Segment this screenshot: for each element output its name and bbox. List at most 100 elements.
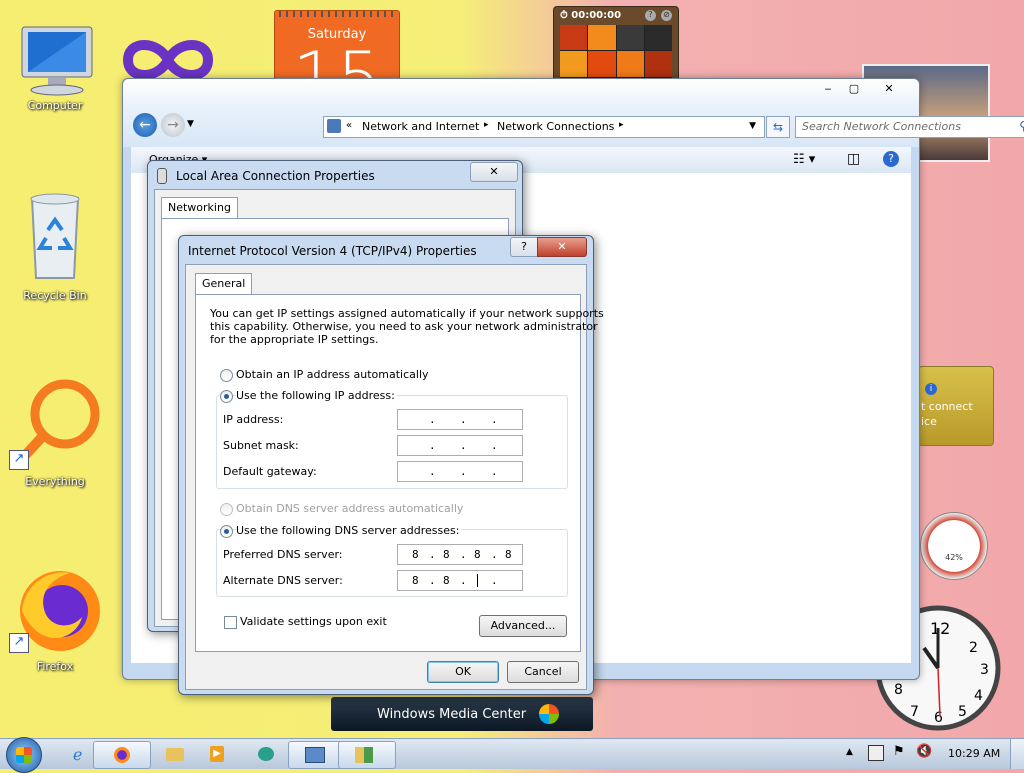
tab-general[interactable]: General bbox=[195, 273, 253, 294]
search-placeholder: Search Network Connections bbox=[802, 120, 961, 133]
text-cursor bbox=[477, 574, 478, 587]
taskbar-control-panel-button[interactable] bbox=[338, 741, 396, 769]
desktop-icon-everything[interactable]: Everything bbox=[5, 378, 105, 488]
control-panel-icon bbox=[355, 747, 373, 763]
use-following-dns-label[interactable]: Use the following DNS server addresses: bbox=[236, 524, 462, 537]
desktop-icon-computer[interactable]: Computer bbox=[5, 22, 105, 112]
puzzle-help-icon[interactable]: ? bbox=[645, 10, 656, 21]
network-adapter-icon bbox=[157, 168, 167, 184]
validate-settings-label[interactable]: Validate settings upon exit bbox=[240, 615, 387, 628]
desktop-icon-recycle-bin[interactable]: Recycle Bin bbox=[5, 190, 105, 302]
svg-text:4: 4 bbox=[974, 688, 983, 704]
green-app-icon bbox=[258, 747, 274, 761]
cancel-button[interactable]: Cancel bbox=[507, 661, 579, 683]
obtain-ip-auto-radio[interactable] bbox=[220, 369, 233, 382]
history-dropdown-icon[interactable]: ▼ bbox=[187, 119, 194, 129]
validate-settings-checkbox[interactable] bbox=[224, 616, 237, 629]
tab-networking[interactable]: Networking bbox=[161, 197, 238, 218]
network-tray-icon[interactable] bbox=[868, 745, 884, 761]
ipv4-help-button[interactable]: ? bbox=[510, 237, 538, 257]
svg-text:6: 6 bbox=[934, 710, 943, 726]
default-gateway-field[interactable]: ... bbox=[397, 461, 523, 482]
back-button[interactable]: ← bbox=[133, 113, 157, 137]
alternate-dns-field[interactable]: 8. 8. . bbox=[397, 570, 523, 591]
address-dropdown-icon[interactable]: ▼ bbox=[749, 121, 756, 131]
firefox-icon bbox=[114, 747, 130, 763]
show-hidden-icons-button[interactable]: ▲ bbox=[846, 747, 853, 757]
network-connections-icon bbox=[305, 747, 325, 763]
taskbar-firefox-button[interactable] bbox=[93, 741, 151, 769]
computer-icon bbox=[21, 26, 93, 96]
close-button[interactable]: ✕ bbox=[867, 81, 911, 97]
breadcrumb-separator-icon[interactable]: ▸ bbox=[484, 120, 489, 130]
puzzle-close-icon[interactable]: ⊘ bbox=[661, 10, 672, 21]
preferred-dns-octet-1: 8 bbox=[412, 548, 419, 561]
volume-muted-icon[interactable]: 🔇 bbox=[916, 744, 932, 759]
change-view-icon[interactable]: ☷ ▾ bbox=[793, 152, 815, 167]
advanced-button[interactable]: Advanced... bbox=[479, 615, 567, 637]
obtain-dns-auto-radio[interactable] bbox=[220, 503, 233, 516]
minimize-button[interactable]: ‒ bbox=[815, 81, 841, 97]
media-player-icon: ▶ bbox=[210, 746, 224, 762]
puzzle-timer: ⏱ 00:00:00 bbox=[560, 10, 622, 21]
cpu-meter-gadget[interactable]: 42% bbox=[920, 512, 988, 580]
obtain-dns-auto-label[interactable]: Obtain DNS server address automatically bbox=[236, 502, 463, 515]
ipv4-properties-dialog: Internet Protocol Version 4 (TCP/IPv4) P… bbox=[178, 235, 604, 695]
svg-text:7: 7 bbox=[910, 704, 919, 720]
folder-icon bbox=[166, 748, 184, 761]
taskbar-clock[interactable]: 10:29 AM bbox=[948, 747, 1000, 760]
ipv4-dialog-face: General You can get IP settings assigned… bbox=[185, 264, 604, 690]
preview-pane-icon[interactable]: ◫ bbox=[847, 151, 860, 167]
desktop-icon-firefox[interactable]: Firefox bbox=[5, 565, 105, 673]
desktop-icon-label: Everything bbox=[25, 475, 85, 488]
subnet-mask-label: Subnet mask: bbox=[223, 439, 299, 452]
use-following-dns-radio[interactable] bbox=[220, 525, 233, 538]
network-gadget-line2: ice bbox=[921, 415, 937, 428]
network-gadget-line1: t connect bbox=[921, 400, 973, 413]
desktop-icon-label: Firefox bbox=[36, 660, 74, 673]
search-input[interactable]: Search Network Connections ⚲ bbox=[795, 116, 1024, 138]
ipv4-dialog-title: Internet Protocol Version 4 (TCP/IPv4) P… bbox=[188, 244, 477, 258]
default-gateway-label: Default gateway: bbox=[223, 465, 317, 478]
search-icon: ⚲ bbox=[1019, 119, 1024, 133]
refresh-button[interactable]: ⇆ bbox=[766, 116, 790, 138]
lac-close-button[interactable]: ✕ bbox=[470, 162, 518, 182]
lac-dialog-title: Local Area Connection Properties bbox=[176, 169, 375, 183]
network-gadget[interactable]: i t connect ice bbox=[918, 366, 994, 446]
ip-address-field[interactable]: ... bbox=[397, 409, 523, 430]
shortcut-arrow-icon: ↗ bbox=[9, 450, 29, 470]
ip-address-label: IP address: bbox=[223, 413, 284, 426]
maximize-button[interactable]: ▢ bbox=[841, 81, 867, 97]
windows-logo-icon bbox=[16, 747, 32, 763]
svg-text:12: 12 bbox=[930, 619, 950, 638]
use-following-ip-radio[interactable] bbox=[220, 390, 233, 403]
breadcrumb-separator-icon[interactable]: ▸ bbox=[619, 120, 624, 130]
ok-button[interactable]: OK bbox=[427, 661, 499, 683]
preferred-dns-label: Preferred DNS server: bbox=[223, 548, 343, 561]
preferred-dns-octet-2: 8 bbox=[443, 548, 450, 561]
svg-text:8: 8 bbox=[894, 682, 903, 698]
ipv4-close-button[interactable]: ✕ bbox=[537, 237, 587, 257]
preferred-dns-octet-3: 8 bbox=[474, 548, 481, 561]
taskbar: ℯ ▶ ▲ ⚑ 🔇 10:29 AM bbox=[0, 737, 1024, 773]
recycle-bin-icon bbox=[30, 193, 80, 279]
media-center-bar[interactable]: Windows Media Center bbox=[331, 697, 593, 731]
address-bar[interactable]: « Network and Internet ▸ Network Connect… bbox=[323, 116, 765, 138]
action-center-flag-icon[interactable]: ⚑ bbox=[893, 744, 905, 759]
breadcrumb-network-and-internet[interactable]: Network and Internet bbox=[362, 120, 479, 133]
show-desktop-button[interactable] bbox=[1010, 739, 1024, 769]
use-following-ip-label[interactable]: Use the following IP address: bbox=[236, 389, 397, 402]
breadcrumb-network-connections[interactable]: Network Connections bbox=[497, 120, 614, 133]
ipv4-description-line2: this capability. Otherwise, you need to … bbox=[210, 320, 598, 333]
preferred-dns-octet-4: 8 bbox=[505, 548, 512, 561]
forward-button[interactable]: → bbox=[161, 113, 185, 137]
subnet-mask-field[interactable]: ... bbox=[397, 435, 523, 456]
help-icon[interactable]: ? bbox=[883, 151, 899, 167]
obtain-ip-auto-label[interactable]: Obtain an IP address automatically bbox=[236, 368, 429, 381]
alternate-dns-label: Alternate DNS server: bbox=[223, 574, 343, 587]
network-folder-icon bbox=[327, 119, 341, 133]
preferred-dns-field[interactable]: 8. 8. 8. 8 bbox=[397, 544, 523, 565]
shortcut-arrow-icon: ↗ bbox=[9, 633, 29, 653]
cpu-value: 42% bbox=[945, 553, 963, 562]
ipv4-description-line1: You can get IP settings assigned automat… bbox=[210, 307, 604, 320]
